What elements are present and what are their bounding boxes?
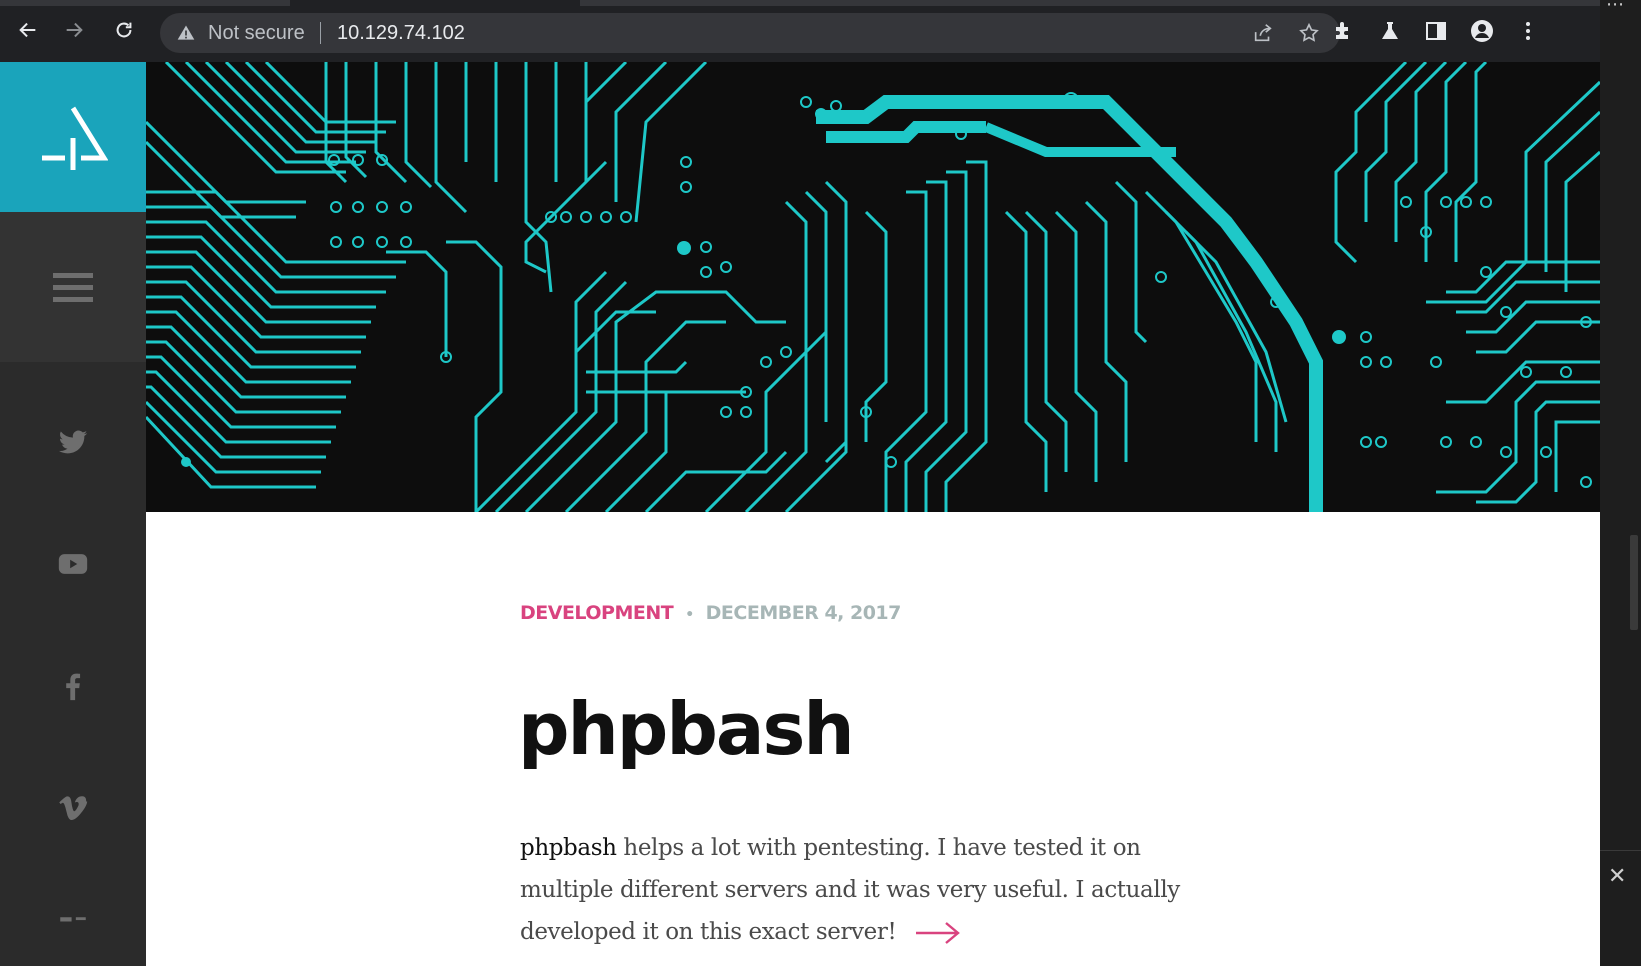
- vimeo-icon: [59, 796, 88, 821]
- tab[interactable]: [0, 0, 290, 6]
- vimeo-link[interactable]: [0, 778, 146, 838]
- omnibox-divider: [320, 22, 321, 44]
- post-excerpt: DEVELOPMENT • DECEMBER 4, 2017 phpbash php…: [146, 512, 1600, 966]
- excerpt-strong: phpbash: [520, 835, 617, 861]
- post-summary: phpbash helps a lot with pentesting. I h…: [520, 827, 1220, 953]
- devtools-edge: ⋯ ✕: [1600, 0, 1641, 966]
- reload-icon: [116, 22, 132, 38]
- hamburger-icon: [53, 273, 93, 302]
- tab[interactable]: [580, 0, 1600, 6]
- url-text[interactable]: 10.129.74.102: [337, 22, 465, 45]
- security-status[interactable]: Not secure: [208, 22, 305, 45]
- back-arrow-icon: [19, 22, 36, 38]
- behance-link[interactable]: [0, 900, 146, 960]
- star-icon[interactable]: [1298, 22, 1320, 44]
- category-link[interactable]: DEVELOPMENT: [520, 602, 674, 624]
- address-bar[interactable]: Not secure 10.129.74.102: [160, 13, 1340, 53]
- post-date[interactable]: DECEMBER 4, 2017: [706, 602, 902, 624]
- profile-icon[interactable]: [1470, 19, 1494, 43]
- youtube-icon: [58, 554, 88, 574]
- back-button[interactable]: [14, 16, 42, 44]
- tab-strip: [0, 0, 1600, 8]
- forward-button[interactable]: [60, 16, 88, 44]
- meta-separator: •: [685, 607, 694, 623]
- web-page: DEVELOPMENT • DECEMBER 4, 2017 phpbash php…: [0, 62, 1600, 966]
- behance-icon: [60, 917, 86, 922]
- scrollbar-thumb[interactable]: [1630, 535, 1638, 630]
- twitter-icon: [58, 430, 88, 454]
- menu-toggle[interactable]: [0, 212, 146, 362]
- facebook-link[interactable]: [0, 656, 146, 716]
- twitter-link[interactable]: [0, 412, 146, 472]
- close-icon[interactable]: ✕: [1608, 864, 1626, 889]
- circuit-board-graphic: [146, 62, 1600, 512]
- site-sidebar: [0, 62, 146, 966]
- browser-toolbar: Not secure 10.129.74.102: [0, 0, 1600, 62]
- post-meta: DEVELOPMENT • DECEMBER 4, 2017: [520, 602, 901, 624]
- puzzle-icon[interactable]: [1332, 19, 1356, 43]
- youtube-link[interactable]: [0, 534, 146, 594]
- hero-circuit-image: [146, 62, 1600, 512]
- site-logo[interactable]: [0, 62, 146, 212]
- flask-icon[interactable]: [1378, 19, 1402, 43]
- warning-triangle-icon[interactable]: [176, 23, 196, 43]
- forward-arrow-icon: [66, 22, 83, 38]
- share-icon[interactable]: [1252, 22, 1274, 44]
- post-title[interactable]: phpbash: [518, 687, 855, 771]
- kebab-menu-icon[interactable]: [1516, 19, 1540, 43]
- excerpt-text: helps a lot with pentesting. I have test…: [520, 835, 1180, 945]
- reload-button[interactable]: [110, 16, 138, 44]
- arrow-triangle-logo-icon: [42, 106, 108, 170]
- side-panel-icon[interactable]: [1424, 19, 1448, 43]
- divider: [1600, 850, 1641, 851]
- facebook-icon: [66, 673, 81, 701]
- more-dots-icon[interactable]: ⋯: [1606, 0, 1625, 15]
- read-more-arrow-icon[interactable]: [914, 921, 962, 945]
